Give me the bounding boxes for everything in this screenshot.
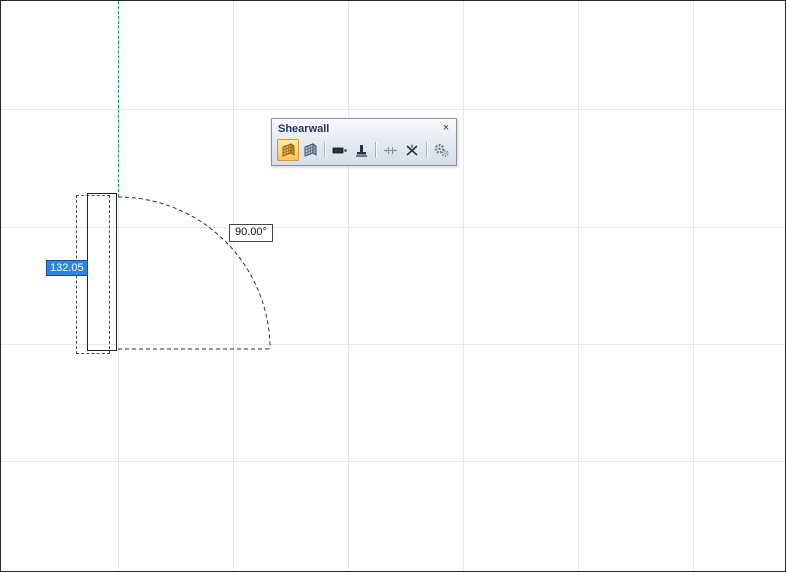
wall-beam-button[interactable]	[328, 139, 350, 161]
shearwall-secondary-icon	[304, 142, 316, 157]
grid-line-horizontal	[1, 227, 785, 228]
toolbar-separator	[375, 142, 376, 158]
close-icon[interactable]: ×	[439, 122, 453, 135]
toolbar-separator	[426, 142, 427, 158]
settings-button[interactable]	[430, 139, 452, 161]
toolbar-title: Shearwall	[278, 122, 330, 135]
wall-element[interactable]	[87, 193, 117, 351]
wall-column-base-button[interactable]	[350, 139, 372, 161]
toolbar-icon-row	[272, 137, 456, 165]
delete-shearwall-button[interactable]	[401, 139, 423, 161]
draw-shearwall-button[interactable]	[277, 139, 299, 161]
shearwall-secondary-button[interactable]	[299, 139, 321, 161]
cad-canvas[interactable]: 90.00° 132.05 Shearwall ×	[0, 0, 786, 572]
grid-line-vertical	[233, 1, 234, 571]
grid-line-horizontal	[1, 344, 785, 345]
align-nodes-icon	[383, 146, 397, 154]
angle-readout: 90.00°	[229, 224, 273, 242]
grid-line-vertical	[463, 1, 464, 571]
wall-column-base-icon	[355, 144, 367, 157]
toolbar-separator	[324, 142, 325, 158]
grid-line-vertical	[693, 1, 694, 571]
settings-gears-icon	[434, 143, 449, 157]
snap-guide-line	[118, 1, 119, 197]
delete-shearwall-icon	[405, 144, 418, 156]
wall-beam-icon	[332, 147, 346, 153]
toolbar-titlebar[interactable]: Shearwall ×	[272, 119, 456, 137]
grid-line-vertical	[348, 1, 349, 571]
dimension-input[interactable]: 132.05	[46, 260, 88, 276]
draw-shearwall-icon	[282, 142, 294, 157]
align-nodes-button[interactable]	[379, 139, 401, 161]
shearwall-toolbar: Shearwall ×	[271, 118, 457, 166]
grid-line-vertical	[578, 1, 579, 571]
grid-line-horizontal	[1, 461, 785, 462]
